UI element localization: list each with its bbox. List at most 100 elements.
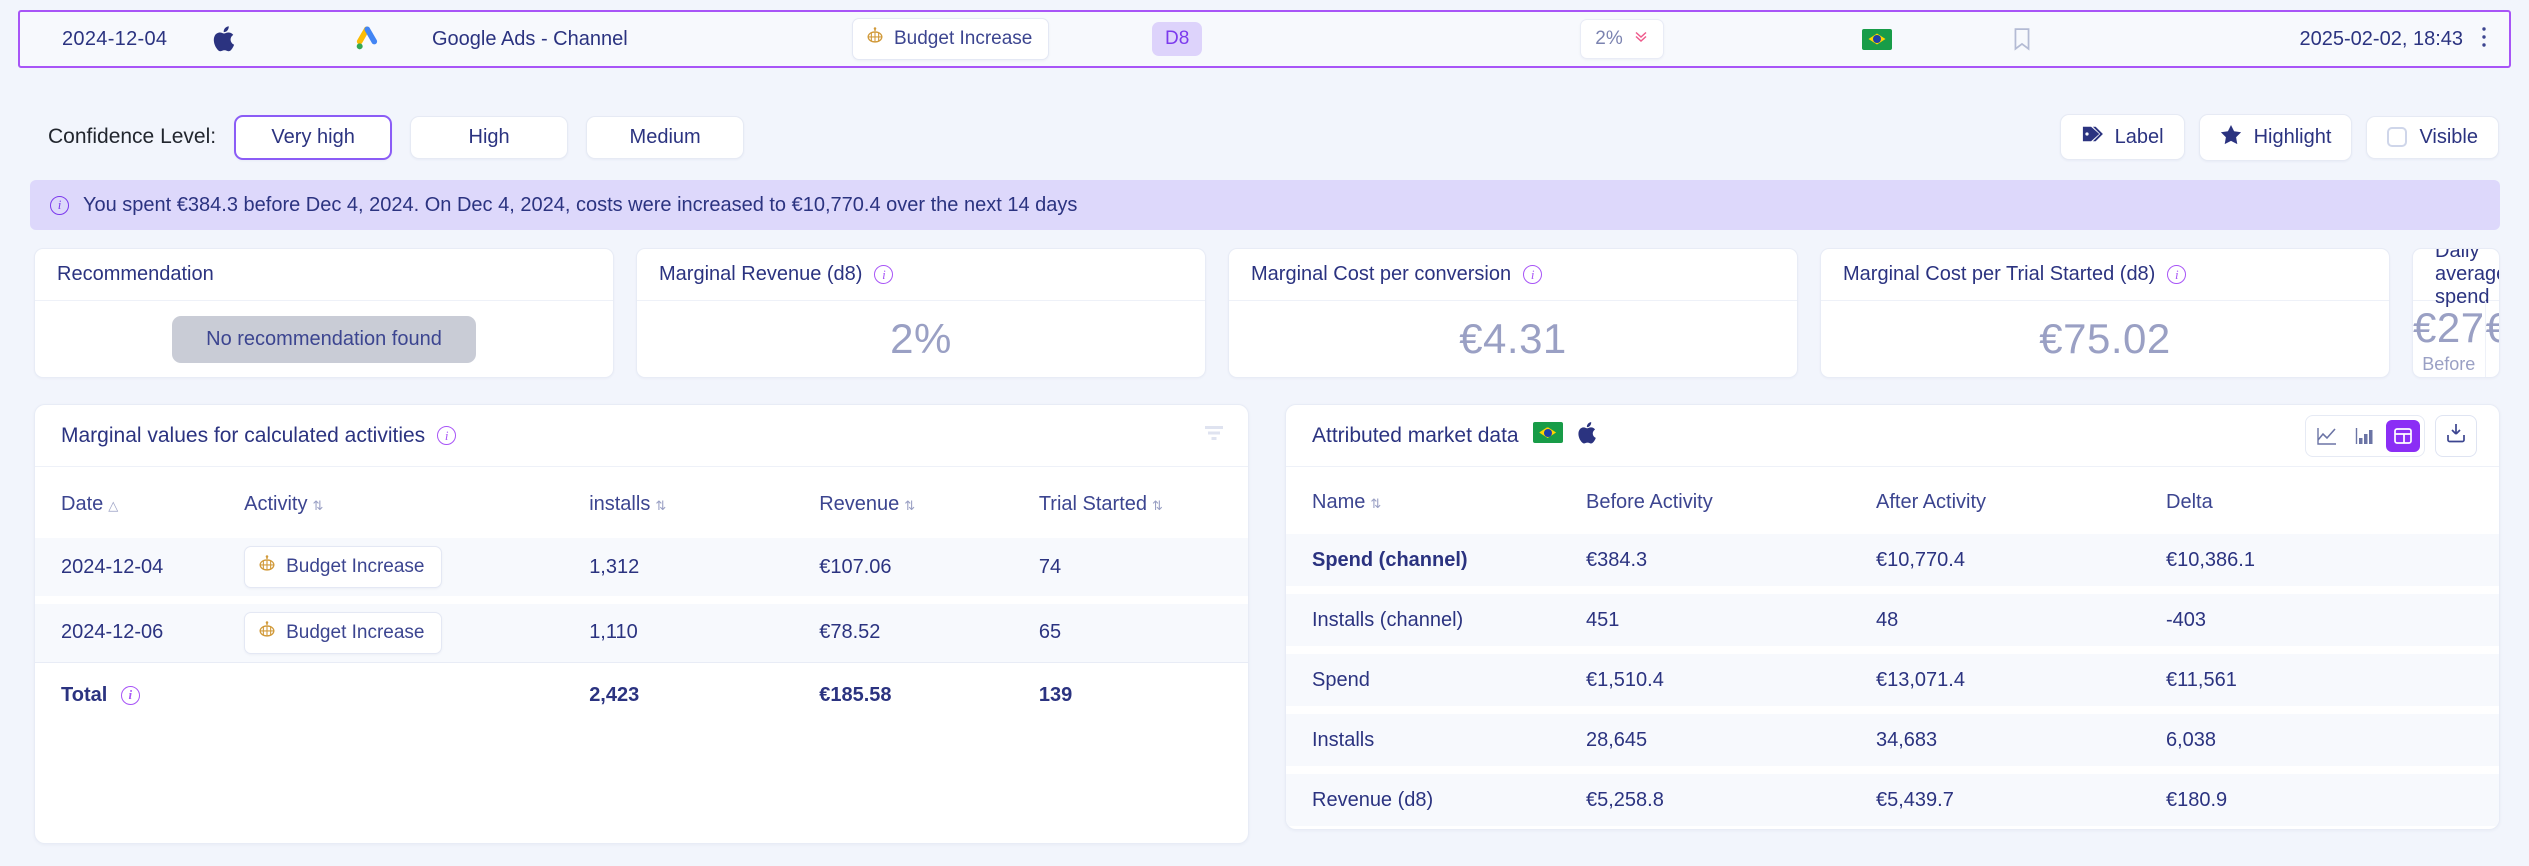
marginal-cost-per-trial-started-card: Marginal Cost per Trial Started (d8) i €… bbox=[1820, 248, 2390, 378]
activity-type-pill[interactable]: Budget Increase bbox=[244, 612, 441, 654]
table-row[interactable]: Revenue (d8) €5,258.8 €5,439.7 €180.9 bbox=[1286, 774, 2499, 826]
visible-toggle-text: Visible bbox=[2419, 126, 2478, 149]
card-title: Marginal Cost per conversion bbox=[1251, 263, 1511, 286]
confidence-option-very-high[interactable]: Very high bbox=[234, 115, 392, 160]
info-circle-icon[interactable]: i bbox=[874, 265, 893, 284]
column-header-trial-started[interactable]: Trial Started⇅ bbox=[1039, 467, 1248, 538]
cell-delta: 6,038 bbox=[2166, 714, 2499, 766]
label-button[interactable]: Label bbox=[2060, 114, 2185, 160]
view-mode-group bbox=[2305, 415, 2425, 457]
activity-timestamp: 2025-02-02, 18:43 bbox=[2300, 28, 2463, 51]
card-value: €75.02 bbox=[2039, 315, 2170, 363]
bar-chart-icon[interactable] bbox=[2348, 420, 2382, 452]
table-row[interactable]: 2024-12-04 Budget Increase bbox=[35, 538, 1248, 596]
row-spacer bbox=[35, 596, 1248, 604]
daily-spend-after: €769 After bbox=[2485, 301, 2500, 377]
cell-delta: €10,386.1 bbox=[2166, 534, 2499, 586]
confidence-level-row: Confidence Level: Very high High Medium … bbox=[0, 106, 2529, 168]
marginal-values-panel: Marginal values for calculated activitie… bbox=[34, 404, 1249, 844]
brazil-flag-icon bbox=[1533, 422, 1563, 449]
table-header-row: Name⇅ Before Activity After Activity Del… bbox=[1286, 467, 2499, 534]
cell-delta: €11,561 bbox=[2166, 654, 2499, 706]
activity-type-label: Budget Increase bbox=[286, 556, 424, 578]
cell-name: Installs (channel) bbox=[1286, 594, 1586, 646]
cell-name: Revenue (d8) bbox=[1286, 774, 1586, 826]
card-title: Recommendation bbox=[35, 249, 613, 301]
activity-type-pill[interactable]: Budget Increase bbox=[852, 18, 1049, 60]
spend-info-text: You spent €384.3 before Dec 4, 2024. On … bbox=[83, 194, 1077, 217]
cell-name: Installs bbox=[1286, 714, 1586, 766]
cell-before: €384.3 bbox=[1586, 534, 1876, 586]
download-button[interactable] bbox=[2435, 415, 2477, 457]
apple-icon bbox=[1577, 420, 1599, 452]
column-header-before-activity: Before Activity bbox=[1586, 467, 1876, 534]
info-circle-icon[interactable]: i bbox=[121, 686, 140, 705]
cell-before: €1,510.4 bbox=[1586, 654, 1876, 706]
cell-after: €13,071.4 bbox=[1876, 654, 2166, 706]
column-header-delta: Delta bbox=[2166, 467, 2499, 534]
info-circle-icon[interactable]: i bbox=[2167, 265, 2186, 284]
cell-date: 2024-12-04 bbox=[35, 538, 244, 596]
value: €769 bbox=[2486, 304, 2500, 352]
confidence-option-high[interactable]: High bbox=[410, 116, 568, 159]
row-spacer bbox=[1286, 826, 2499, 830]
column-header-after-activity: After Activity bbox=[1876, 467, 2166, 534]
cell-total-installs: 2,423 bbox=[589, 662, 819, 728]
card-title: Daily average spend bbox=[2413, 249, 2499, 301]
apple-icon bbox=[212, 24, 302, 54]
checkbox-icon[interactable] bbox=[2387, 127, 2407, 147]
cell-delta: -403 bbox=[2166, 594, 2499, 646]
card-value: €4.31 bbox=[1459, 315, 1567, 363]
bookmark-icon[interactable] bbox=[1952, 27, 2092, 51]
more-vertical-icon[interactable] bbox=[2481, 25, 2487, 54]
crown-icon bbox=[257, 620, 277, 646]
label: Before bbox=[2422, 354, 2475, 375]
card-title: Marginal Cost per Trial Started (d8) bbox=[1843, 263, 2155, 286]
cell-activity: Budget Increase bbox=[244, 604, 589, 662]
cell-before: €5,258.8 bbox=[1586, 774, 1876, 826]
column-header-name[interactable]: Name⇅ bbox=[1286, 467, 1586, 534]
column-header-installs[interactable]: installs⇅ bbox=[589, 467, 819, 538]
activity-title: Google Ads - Channel bbox=[432, 28, 852, 51]
table-row[interactable]: Installs 28,645 34,683 6,038 bbox=[1286, 714, 2499, 766]
recommendation-card: Recommendation No recommendation found bbox=[34, 248, 614, 378]
table-row[interactable]: Installs (channel) 451 48 -403 bbox=[1286, 594, 2499, 646]
table-header-row: Date△ Activity⇅ installs⇅ Revenue⇅ Trial… bbox=[35, 467, 1248, 538]
cell-empty bbox=[244, 662, 589, 728]
confidence-option-medium[interactable]: Medium bbox=[586, 116, 744, 159]
cell-date: 2024-12-06 bbox=[35, 604, 244, 662]
daily-spend-before: €27 Before bbox=[2413, 301, 2485, 377]
info-circle-icon[interactable]: i bbox=[1523, 265, 1542, 284]
table-row[interactable]: Spend €1,510.4 €13,071.4 €11,561 bbox=[1286, 654, 2499, 706]
visible-toggle[interactable]: Visible bbox=[2366, 116, 2499, 159]
column-header-activity[interactable]: Activity⇅ bbox=[244, 467, 589, 538]
info-circle-icon: i bbox=[50, 196, 69, 215]
info-circle-icon[interactable]: i bbox=[437, 426, 456, 445]
table-row[interactable]: 2024-12-06 Budget Increase bbox=[35, 604, 1248, 662]
filter-icon[interactable] bbox=[1202, 422, 1226, 450]
percent-select[interactable]: 2% bbox=[1580, 19, 1663, 59]
column-header-date[interactable]: Date△ bbox=[35, 467, 244, 538]
highlight-button-text: Highlight bbox=[2254, 126, 2332, 149]
cell-trial-started: 65 bbox=[1039, 604, 1248, 662]
card-title: Marginal Revenue (d8) bbox=[659, 263, 862, 286]
line-chart-icon[interactable] bbox=[2310, 420, 2344, 452]
star-icon bbox=[2220, 124, 2242, 151]
tag-icon bbox=[2081, 124, 2103, 150]
cell-before: 28,645 bbox=[1586, 714, 1876, 766]
cell-after: €10,770.4 bbox=[1876, 534, 2166, 586]
activity-header-bar: 2024-12-04 Google Ads - Channel Budget I… bbox=[18, 10, 2511, 68]
column-header-revenue[interactable]: Revenue⇅ bbox=[819, 467, 1039, 538]
activity-type-pill[interactable]: Budget Increase bbox=[244, 546, 441, 588]
download-icon bbox=[2445, 422, 2467, 450]
attribution-window-badge: D8 bbox=[1152, 22, 1202, 56]
row-spacer bbox=[1286, 766, 2499, 774]
recommendation-chip: No recommendation found bbox=[172, 316, 476, 363]
table-row[interactable]: Spend (channel) €384.3 €10,770.4 €10,386… bbox=[1286, 534, 2499, 586]
row-spacer bbox=[1286, 706, 2499, 714]
panel-title: Marginal values for calculated activitie… bbox=[61, 424, 425, 448]
table-view-icon[interactable] bbox=[2386, 420, 2420, 452]
highlight-button[interactable]: Highlight bbox=[2199, 114, 2353, 161]
panel-title: Attributed market data bbox=[1312, 424, 1519, 448]
marginal-cost-per-conversion-card: Marginal Cost per conversion i €4.31 bbox=[1228, 248, 1798, 378]
